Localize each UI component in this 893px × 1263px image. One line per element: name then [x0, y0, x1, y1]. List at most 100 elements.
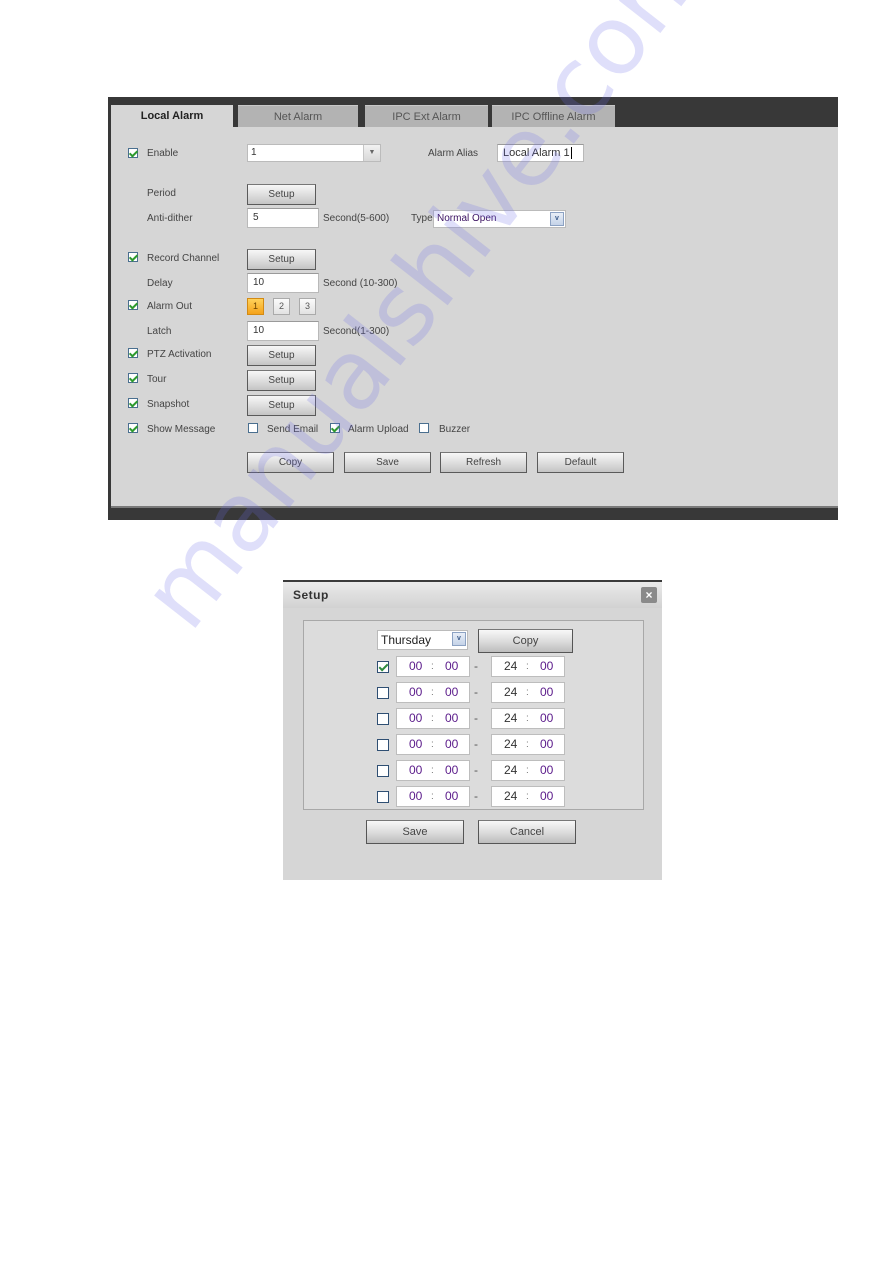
chevron-down-icon[interactable]: v: [452, 632, 466, 646]
tab-local-alarm[interactable]: Local Alarm: [111, 105, 233, 127]
alarm-out-2-button[interactable]: 2: [273, 298, 290, 315]
type-select[interactable]: Normal Open v: [433, 210, 566, 228]
latch-unit: Second(1-300): [323, 326, 390, 337]
alarm-out-label: Alarm Out: [147, 301, 193, 312]
end-time-input-hour[interactable]: 24: [504, 763, 517, 777]
tab-ipc-offline-alarm[interactable]: IPC Offline Alarm: [492, 105, 615, 127]
dialog-title-bar: Setup ×: [283, 582, 662, 608]
alarm-alias-input[interactable]: Local Alarm 1: [497, 144, 584, 162]
dialog-copy-button[interactable]: Copy: [478, 629, 573, 653]
start-time-input[interactable]: 00:00: [396, 682, 470, 703]
start-time-input[interactable]: 00:00: [396, 708, 470, 729]
start-time-input-hour[interactable]: 00: [409, 763, 422, 777]
end-time-input-hour[interactable]: 24: [504, 659, 517, 673]
end-time-input[interactable]: 24:00: [491, 708, 565, 729]
day-select[interactable]: Thursday v: [377, 630, 468, 650]
period-enable-checkbox[interactable]: [377, 791, 389, 803]
end-time-input[interactable]: 24:00: [491, 734, 565, 755]
snapshot-setup-button[interactable]: Setup: [247, 395, 316, 416]
start-time-input-minute[interactable]: 00: [445, 711, 458, 725]
send-email-checkbox[interactable]: [248, 423, 258, 433]
close-icon[interactable]: ×: [641, 587, 657, 603]
show-message-checkbox[interactable]: [128, 423, 138, 433]
end-time-input-hour[interactable]: 24: [504, 737, 517, 751]
tour-setup-button[interactable]: Setup: [247, 370, 316, 391]
period-row: 00:00-24:00: [304, 786, 643, 808]
channel-select[interactable]: 1 ▼: [247, 144, 381, 162]
alarm-out-checkbox[interactable]: [128, 300, 138, 310]
end-time-input[interactable]: 24:00: [491, 656, 565, 677]
alarm-out-3-button[interactable]: 3: [299, 298, 316, 315]
start-time-input-hour[interactable]: 00: [409, 789, 422, 803]
end-time-input-minute[interactable]: 00: [540, 737, 553, 751]
chevron-down-icon[interactable]: ▼: [363, 145, 380, 161]
period-enable-checkbox[interactable]: [377, 739, 389, 751]
start-time-input-minute[interactable]: 00: [445, 659, 458, 673]
day-select-value: Thursday: [381, 633, 432, 647]
save-button[interactable]: Save: [344, 452, 431, 473]
time-separator: :: [526, 661, 529, 672]
tour-checkbox[interactable]: [128, 373, 138, 383]
start-time-input[interactable]: 00:00: [396, 760, 470, 781]
period-enable-checkbox[interactable]: [377, 765, 389, 777]
start-time-input-minute[interactable]: 00: [445, 789, 458, 803]
alarm-upload-checkbox[interactable]: [330, 423, 340, 433]
period-row: 00:00-24:00: [304, 656, 643, 678]
tab-ipc-ext-alarm[interactable]: IPC Ext Alarm: [365, 105, 488, 127]
end-time-input[interactable]: 24:00: [491, 786, 565, 807]
chevron-down-icon[interactable]: v: [550, 212, 564, 226]
start-time-input[interactable]: 00:00: [396, 786, 470, 807]
ptz-activation-setup-button[interactable]: Setup: [247, 345, 316, 366]
copy-button[interactable]: Copy: [247, 452, 334, 473]
record-channel-checkbox[interactable]: [128, 252, 138, 262]
enable-checkbox[interactable]: [128, 148, 138, 158]
refresh-button[interactable]: Refresh: [440, 452, 527, 473]
start-time-input-minute[interactable]: 00: [445, 763, 458, 777]
tour-label: Tour: [147, 374, 167, 385]
start-time-input[interactable]: 00:00: [396, 734, 470, 755]
end-time-input-minute[interactable]: 00: [540, 763, 553, 777]
record-channel-setup-button[interactable]: Setup: [247, 249, 316, 270]
default-button[interactable]: Default: [537, 452, 624, 473]
end-time-input[interactable]: 24:00: [491, 760, 565, 781]
end-time-input[interactable]: 24:00: [491, 682, 565, 703]
end-time-input-minute[interactable]: 00: [540, 659, 553, 673]
dialog-cancel-button[interactable]: Cancel: [478, 820, 576, 844]
panel-body: Enable 1 ▼ Alarm Alias Local Alarm 1 Per…: [111, 127, 838, 508]
end-time-input-hour[interactable]: 24: [504, 711, 517, 725]
latch-input[interactable]: 10: [247, 321, 319, 341]
end-time-input-minute[interactable]: 00: [540, 711, 553, 725]
range-separator: -: [474, 789, 478, 803]
time-separator: :: [526, 765, 529, 776]
snapshot-checkbox[interactable]: [128, 398, 138, 408]
anti-dither-label: Anti-dither: [147, 213, 193, 224]
anti-dither-unit: Second(5-600): [323, 213, 390, 224]
type-label: Type: [411, 213, 433, 224]
period-enable-checkbox[interactable]: [377, 687, 389, 699]
alarm-alias-label: Alarm Alias: [428, 148, 479, 159]
buzzer-checkbox[interactable]: [419, 423, 429, 433]
alarm-out-1-button[interactable]: 1: [247, 298, 264, 315]
start-time-input-minute[interactable]: 00: [445, 685, 458, 699]
start-time-input-minute[interactable]: 00: [445, 737, 458, 751]
end-time-input-minute[interactable]: 00: [540, 789, 553, 803]
period-row: 00:00-24:00: [304, 708, 643, 730]
delay-input[interactable]: 10: [247, 273, 319, 293]
start-time-input[interactable]: 00:00: [396, 656, 470, 677]
end-time-input-minute[interactable]: 00: [540, 685, 553, 699]
type-select-value: Normal Open: [437, 213, 497, 224]
ptz-activation-checkbox[interactable]: [128, 348, 138, 358]
start-time-input-hour[interactable]: 00: [409, 685, 422, 699]
period-setup-button[interactable]: Setup: [247, 184, 316, 205]
anti-dither-input[interactable]: 5: [247, 208, 319, 228]
start-time-input-hour[interactable]: 00: [409, 737, 422, 751]
end-time-input-hour[interactable]: 24: [504, 789, 517, 803]
period-enable-checkbox[interactable]: [377, 713, 389, 725]
start-time-input-hour[interactable]: 00: [409, 659, 422, 673]
dialog-save-button[interactable]: Save: [366, 820, 464, 844]
tab-net-alarm[interactable]: Net Alarm: [238, 105, 358, 127]
period-enable-checkbox[interactable]: [377, 661, 389, 673]
end-time-input-hour[interactable]: 24: [504, 685, 517, 699]
start-time-input-hour[interactable]: 00: [409, 711, 422, 725]
snapshot-label: Snapshot: [147, 399, 190, 410]
